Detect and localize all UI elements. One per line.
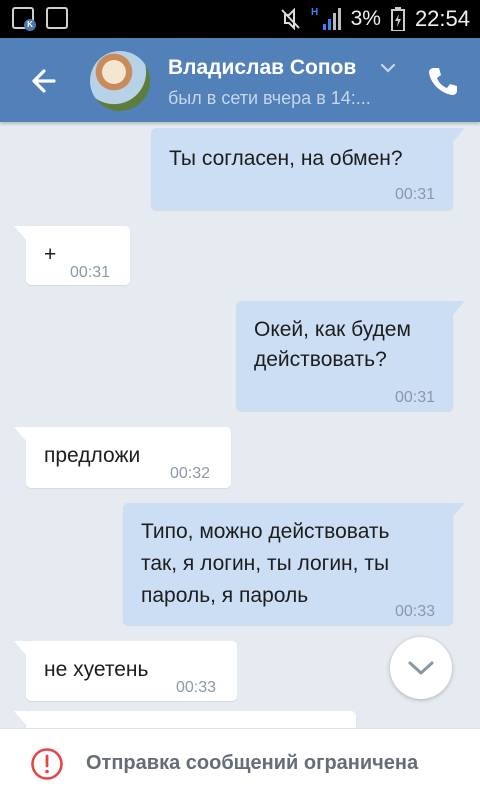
- restricted-message-text: Отправка сообщений ограничена: [86, 752, 419, 774]
- chat-header: Владислав Сопов был в сети вчера в 14:..…: [0, 38, 480, 122]
- message-time: 00:31: [70, 264, 111, 281]
- notification-icons: K: [12, 7, 68, 31]
- signal-icon: H: [311, 7, 341, 30]
- status-bar: K H 3% 22:54: [0, 0, 480, 38]
- battery-percent: 3%: [350, 7, 381, 30]
- contact-avatar[interactable]: [90, 51, 150, 111]
- contact-name[interactable]: Владислав Сопов: [168, 56, 356, 80]
- status-indicators: H 3% 22:54: [279, 0, 470, 38]
- message-text: предложи: [44, 444, 141, 467]
- outgoing-message[interactable]: Ты согласен, на обмен? 00:31: [151, 128, 465, 210]
- message-text: не хуетень: [44, 658, 149, 681]
- message-text-line: Типо, можно действовать: [141, 520, 390, 543]
- composer-restricted-bar: Отправка сообщений ограничена: [0, 728, 480, 801]
- back-arrow-icon[interactable]: [20, 60, 62, 102]
- outgoing-message[interactable]: Типо, можно действовать так, я логин, ты…: [123, 503, 465, 625]
- incoming-message[interactable]: не хуетень 00:33: [14, 641, 237, 701]
- message-text-line: действовать?: [254, 348, 387, 371]
- message-time: 00:31: [394, 389, 435, 406]
- network-type-label: H: [311, 7, 318, 18]
- image-notification-icon: [46, 7, 68, 29]
- chevron-down-icon: [408, 661, 434, 675]
- warning-icon: [31, 748, 63, 780]
- incoming-message[interactable]: + 00:31: [14, 226, 130, 285]
- vk-notification-icon: K: [12, 7, 36, 31]
- last-seen-status: был в сети вчера в 14:...: [168, 88, 371, 108]
- message-time: 00:33: [176, 679, 217, 696]
- message-text-line: Окей, как будем: [254, 318, 411, 341]
- message-text-line: так, я логин, ты логин, ты: [141, 552, 390, 575]
- message-time: 00:32: [170, 465, 211, 482]
- battery-icon: [390, 7, 405, 31]
- incoming-message[interactable]: предложи 00:32: [14, 427, 231, 488]
- message-time: 00:31: [394, 186, 435, 203]
- chevron-down-icon[interactable]: [378, 60, 398, 76]
- mute-icon: [280, 7, 300, 31]
- scroll-to-bottom-button[interactable]: [390, 637, 452, 699]
- outgoing-message[interactable]: Окей, как будем действовать? 00:31: [236, 301, 465, 411]
- message-text-line: пароль, я пароль: [141, 584, 309, 607]
- phone-call-icon[interactable]: [426, 64, 460, 98]
- message-text: +: [44, 243, 57, 266]
- message-time: 00:33: [394, 603, 435, 620]
- message-text: Ты согласен, на обмен?: [169, 147, 403, 170]
- clock: 22:54: [414, 6, 470, 31]
